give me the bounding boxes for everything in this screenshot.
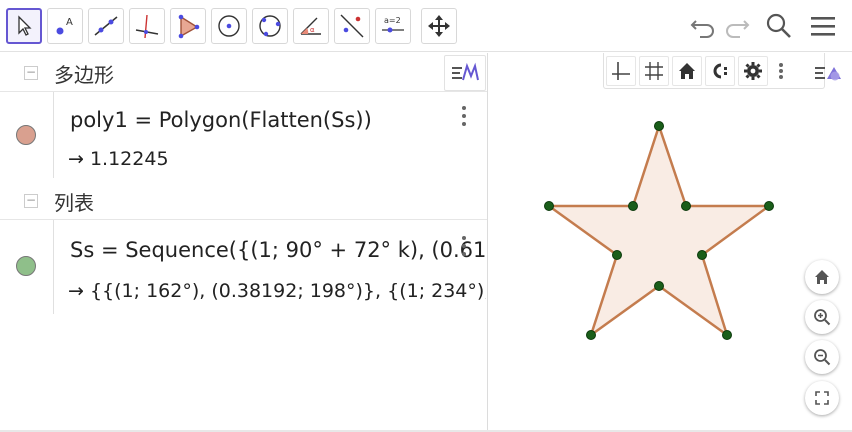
vertex-point[interactable] <box>697 250 707 260</box>
vertex-point[interactable] <box>722 330 732 340</box>
slider-icon: a=2 <box>382 16 404 33</box>
algebra-view: − 多边形 poly1 = Polygon(Flatten(Ss)) → 1.1… <box>0 53 488 432</box>
vertex-point[interactable] <box>681 201 691 211</box>
formula-input[interactable]: Ss = Sequence({(1; 90° + 72° k), (0.618°… <box>70 238 486 262</box>
algebra-style-button[interactable] <box>444 55 486 91</box>
undo-button[interactable] <box>686 10 720 42</box>
row-divider <box>53 92 54 178</box>
group-title: 列表 <box>54 191 94 215</box>
zoom-in-icon <box>814 309 831 326</box>
visibility-toggle[interactable] <box>16 125 36 145</box>
algebra-description-icon <box>452 62 479 81</box>
reflect-tool-button[interactable] <box>334 8 370 44</box>
polygon-poly1[interactable] <box>547 124 771 337</box>
slider-tool-button[interactable]: a=2 <box>375 8 411 44</box>
output-value: → 1.12245 <box>68 148 169 170</box>
circle-three-points-tool-button[interactable] <box>252 8 288 44</box>
vertex-point[interactable] <box>586 330 596 340</box>
search-icon <box>766 13 791 38</box>
more-options-icon[interactable] <box>460 106 468 126</box>
circle-center-tool-button[interactable] <box>211 8 247 44</box>
group-title: 多边形 <box>54 63 114 87</box>
toolbar: A α a=2 <box>0 0 852 52</box>
polygon-icon <box>178 14 200 39</box>
zoom-out-icon <box>814 349 831 366</box>
algebra-item-poly1[interactable]: poly1 = Polygon(Flatten(Ss)) → 1.12245 <box>0 91 487 178</box>
menu-icon <box>811 17 835 36</box>
redo-icon <box>726 20 750 38</box>
formula-input[interactable]: poly1 = Polygon(Flatten(Ss)) <box>70 108 372 132</box>
svg-text:A: A <box>66 17 73 28</box>
graphics-view[interactable] <box>489 53 852 432</box>
move-graphics-view-icon <box>428 15 450 37</box>
circle-center-point-icon <box>218 15 240 37</box>
line-tool-button[interactable] <box>88 8 124 44</box>
circle-three-points-icon <box>259 15 281 37</box>
move-icon <box>18 15 32 36</box>
svg-text:α: α <box>310 26 315 34</box>
undo-icon <box>690 20 714 38</box>
zoom-out-button[interactable] <box>805 340 839 374</box>
output-value: → {{(1; 162°), (0.38192; 198°)}, {(1; 23… <box>68 280 486 302</box>
search-button[interactable] <box>762 10 796 42</box>
redo-button[interactable] <box>720 10 754 42</box>
collapse-toggle[interactable]: − <box>24 66 38 80</box>
slider-label: a=2 <box>384 16 401 25</box>
fullscreen-icon <box>815 391 829 405</box>
line-icon <box>94 16 118 36</box>
perpendicular-line-icon <box>135 14 159 39</box>
angle-tool-button[interactable]: α <box>293 8 329 44</box>
fullscreen-button[interactable] <box>805 381 839 415</box>
vertex-point[interactable] <box>628 201 638 211</box>
polygon-tool-button[interactable] <box>170 8 206 44</box>
vertex-point[interactable] <box>612 250 622 260</box>
more-options-icon[interactable] <box>460 236 468 256</box>
algebra-item-Ss[interactable]: Ss = Sequence({(1; 90° + 72° k), (0.618°… <box>0 219 487 314</box>
group-header-list[interactable]: − 列表 <box>0 181 487 219</box>
vertex-point[interactable] <box>654 281 664 291</box>
home-icon <box>815 270 829 284</box>
star-polygon-canvas <box>544 121 774 340</box>
move-graphics-tool-button[interactable] <box>421 8 457 44</box>
move-tool-button[interactable] <box>6 8 42 44</box>
reflect-icon <box>340 14 364 38</box>
main-menu-button[interactable] <box>806 10 840 42</box>
standard-view-zoom-button[interactable] <box>805 260 839 294</box>
zoom-in-button[interactable] <box>805 300 839 334</box>
collapse-toggle[interactable]: − <box>24 194 38 208</box>
group-header-polygon[interactable]: − 多边形 <box>0 53 487 91</box>
geogebra-app: A α a=2 − 多边形 poly1 = Polygon(Flatten(Ss… <box>0 0 852 432</box>
vertex-point[interactable] <box>544 201 554 211</box>
vertex-point[interactable] <box>764 201 774 211</box>
angle-icon: α <box>300 17 321 35</box>
perpendicular-tool-button[interactable] <box>129 8 165 44</box>
vertex-point[interactable] <box>654 121 664 131</box>
point-icon: A <box>56 17 73 35</box>
point-tool-button[interactable]: A <box>47 8 83 44</box>
